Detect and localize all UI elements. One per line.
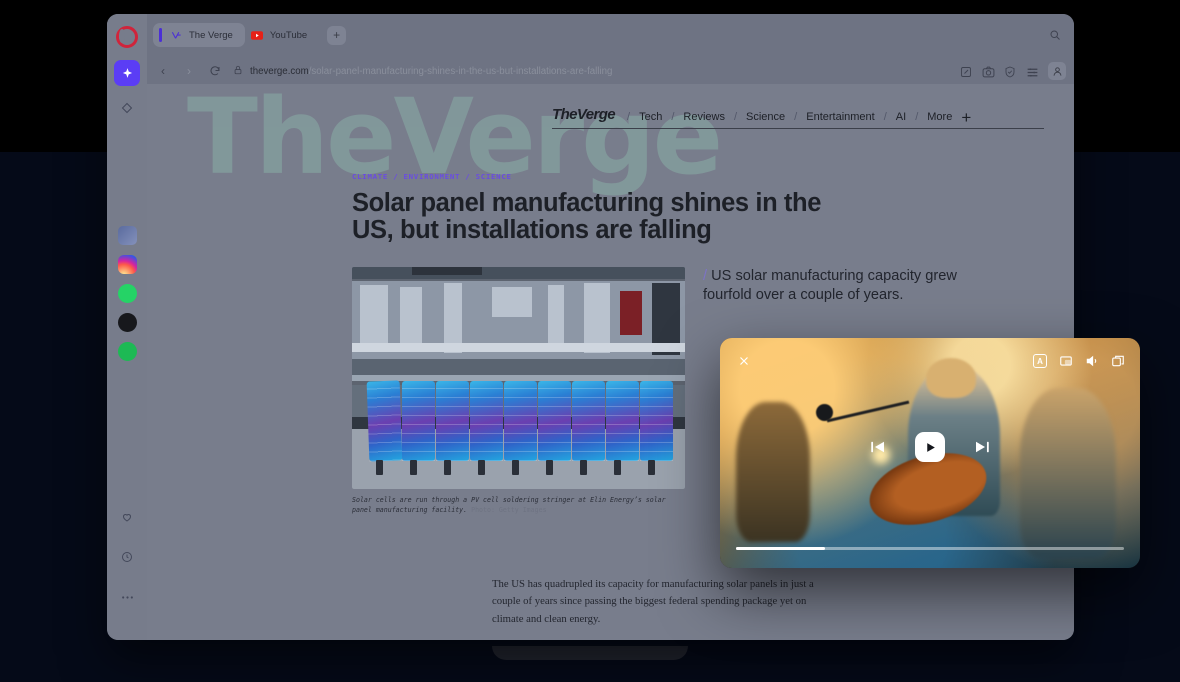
instagram-app-icon[interactable] [118, 255, 137, 274]
nav-link-science[interactable]: Science [746, 111, 785, 123]
play-icon[interactable] [915, 432, 945, 462]
video-progress-bar[interactable] [736, 547, 1124, 551]
forward-button: › [181, 63, 197, 79]
captions-icon[interactable]: A [1032, 353, 1048, 369]
snapshot-icon[interactable] [960, 65, 973, 78]
band-member-left [736, 402, 810, 542]
video-playback-controls [720, 432, 1140, 462]
video-progress-fill [736, 547, 825, 551]
tab-title: The Verge [189, 30, 233, 41]
tab-youtube[interactable]: YouTube [245, 23, 319, 47]
new-tab-button[interactable]: + [327, 26, 346, 45]
camera-icon[interactable] [982, 65, 995, 78]
nav-separator: / [627, 111, 630, 123]
previous-track-icon[interactable] [869, 438, 887, 456]
nav-separator: / [794, 111, 797, 123]
taskbar-dock[interactable] [492, 646, 688, 660]
video-top-bar: A [720, 338, 1140, 384]
profile-icon[interactable] [1048, 62, 1066, 80]
microphone-stand [827, 401, 910, 423]
browser-sidebar [107, 14, 147, 640]
video-tool-buttons: A [1032, 353, 1126, 369]
dek-text: US solar manufacturing capacity grew fou… [703, 268, 957, 303]
image-caption: Solar cells are run through a PV cell so… [352, 496, 685, 516]
article-headline: Solar panel manufacturing shines in the … [352, 190, 842, 244]
aria-ai-icon[interactable] [114, 60, 140, 86]
search-icon[interactable] [1044, 24, 1066, 46]
floating-video-player[interactable]: A [720, 338, 1140, 568]
bluesky-app-icon[interactable] [118, 226, 137, 245]
band-member-right [1020, 388, 1116, 558]
article-kicker[interactable]: CLIMATE / ENVIRONMENT / SCIENCE [352, 172, 1044, 181]
nav-separator: / [915, 111, 918, 123]
pinboard-icon[interactable] [114, 95, 140, 121]
opera-logo-icon[interactable] [116, 26, 138, 48]
verge-logo[interactable]: TheVerge [552, 106, 618, 123]
url-path: /solar-panel-manufacturing-shines-in-the… [309, 66, 613, 77]
photo-credit: Photo: Getty Images [471, 506, 546, 514]
sidebar-bottom-group [114, 504, 140, 640]
nav-separator: / [884, 111, 887, 123]
shield-icon[interactable] [1004, 65, 1017, 78]
reload-button[interactable] [207, 63, 223, 79]
more-ellipsis-icon[interactable] [114, 584, 140, 610]
tab-active-indicator [159, 28, 162, 42]
history-clock-icon[interactable] [114, 544, 140, 570]
youtube-icon [251, 29, 263, 41]
next-track-icon[interactable] [973, 438, 991, 456]
close-icon[interactable] [734, 351, 754, 371]
expand-icon[interactable] [1110, 353, 1126, 369]
lock-icon [233, 65, 243, 78]
article-hero-image [352, 267, 685, 489]
x-app-icon[interactable] [118, 313, 137, 332]
nav-separator: / [671, 111, 674, 123]
nav-link-more[interactable]: More [927, 111, 952, 123]
spotify-app-icon[interactable] [118, 342, 137, 361]
tab-strip: The Verge YouTube + [147, 14, 1074, 56]
sidebar-app-list [118, 226, 137, 371]
url-field[interactable]: theverge.com/solar-panel-manufacturing-s… [233, 65, 950, 78]
nav-link-entertainment[interactable]: Entertainment [806, 111, 874, 123]
tab-the-verge[interactable]: The Verge [153, 23, 245, 47]
toolbar-icons [960, 62, 1066, 80]
plus-icon[interactable]: + [961, 113, 971, 123]
nav-separator: / [734, 111, 737, 123]
nav-link-ai[interactable]: AI [896, 111, 906, 123]
url-host: theverge.com [250, 66, 309, 77]
article-body: The US has quadrupled its capacity for m… [492, 576, 822, 640]
verge-icon [170, 29, 182, 41]
volume-icon[interactable] [1084, 353, 1100, 369]
paragraph-2: Domestic solar module manufacturing capa… [492, 639, 822, 640]
whatsapp-app-icon[interactable] [118, 284, 137, 303]
back-button[interactable]: ‹ [155, 63, 171, 79]
address-bar[interactable]: ‹ › theverge.com/solar-panel-manufacturi… [155, 60, 1066, 82]
favorites-heart-icon[interactable] [114, 504, 140, 530]
list-icon[interactable] [1026, 65, 1039, 78]
paragraph: The US has quadrupled its capacity for m… [492, 576, 822, 628]
tab-title: YouTube [270, 30, 307, 41]
dek-slash: / [703, 268, 707, 284]
site-navigation: TheVerge / Tech / Reviews / Science / En… [552, 106, 1044, 129]
nav-link-tech[interactable]: Tech [639, 111, 662, 123]
nav-link-reviews[interactable]: Reviews [683, 111, 725, 123]
picture-in-picture-icon[interactable] [1058, 353, 1074, 369]
